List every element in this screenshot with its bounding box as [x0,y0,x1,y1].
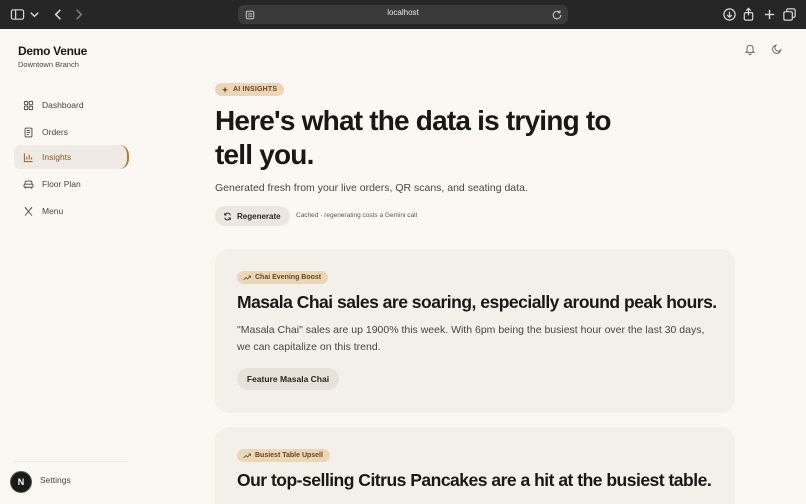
download-icon[interactable] [722,7,737,22]
browser-toolbar: localhost [0,0,806,29]
back-arrow-icon[interactable] [51,7,66,22]
sidebar-item-floor-plan[interactable]: Floor Plan [14,172,128,196]
insight-card: Chai Evening Boost Masala Chai sales are… [215,249,735,413]
insight-title: Masala Chai sales are soaring, especiall… [237,292,717,312]
sidebar-item-label: Orders [42,127,68,137]
moon-icon[interactable] [771,43,783,55]
ai-insights-badge: AI INSIGHTS [215,83,285,96]
feature-item-button[interactable]: Feature Masala Chai [237,368,339,390]
avatar[interactable]: N [10,471,32,493]
grid-icon [23,100,34,110]
sidebar-item-label: Insights [42,152,72,162]
trending-up-icon [243,453,251,458]
regenerate-button[interactable]: Regenerate [215,206,290,226]
bell-icon[interactable] [744,43,756,55]
new-tab-icon[interactable] [762,7,777,22]
trending-up-icon [243,275,251,280]
venue-name: Demo Venue [18,44,88,58]
insight-tag: Busiest Table Upsell [237,449,330,462]
sidebar-item-label: Settings [40,475,71,485]
insight-body: "Masala Chai" sales are up 1900% this we… [237,324,705,353]
sidebar-item-insights[interactable]: Insights [14,145,129,169]
page-title: Here's what the data is trying to tell y… [215,105,611,170]
branch-name: Downtown Branch [18,60,79,69]
reload-icon[interactable] [551,8,563,20]
sidebar-item-label: Dashboard [42,100,84,110]
refresh-icon [224,212,231,220]
sidebar-item-menu[interactable]: Menu [14,199,128,223]
sidebar-toggle-icon[interactable] [10,7,25,22]
url-text: localhost [387,8,419,17]
insight-title: Our top-selling Citrus Pancakes are a hi… [237,470,712,490]
receipt-icon [24,127,33,137]
cached-note: Cached · regenerating costs a Gemini cal… [296,212,418,219]
insight-card: Busiest Table Upsell Our top-selling Cit… [215,427,735,504]
share-icon[interactable] [741,7,756,22]
chevron-down-icon[interactable] [27,7,39,22]
sidebar-item-label: Floor Plan [42,179,81,189]
tab-overview-icon[interactable] [782,7,797,22]
sidebar-divider [14,461,128,462]
sidebar-item-dashboard[interactable]: Dashboard [14,93,128,117]
sidebar-item-orders[interactable]: Orders [14,120,128,144]
sparkle-icon [221,86,229,93]
utensils-icon [24,206,33,216]
address-bar[interactable]: localhost [238,5,568,24]
sidebar: Demo Venue Downtown Branch Dashboard Ord… [0,29,140,504]
forward-arrow-icon[interactable] [71,7,86,22]
armchair-icon [23,180,34,189]
sidebar-item-label: Menu [42,206,64,216]
insight-tag: Chai Evening Boost [237,271,329,284]
page-subtitle: Generated fresh from your live orders, Q… [215,182,528,194]
bar-chart-icon [23,152,33,162]
